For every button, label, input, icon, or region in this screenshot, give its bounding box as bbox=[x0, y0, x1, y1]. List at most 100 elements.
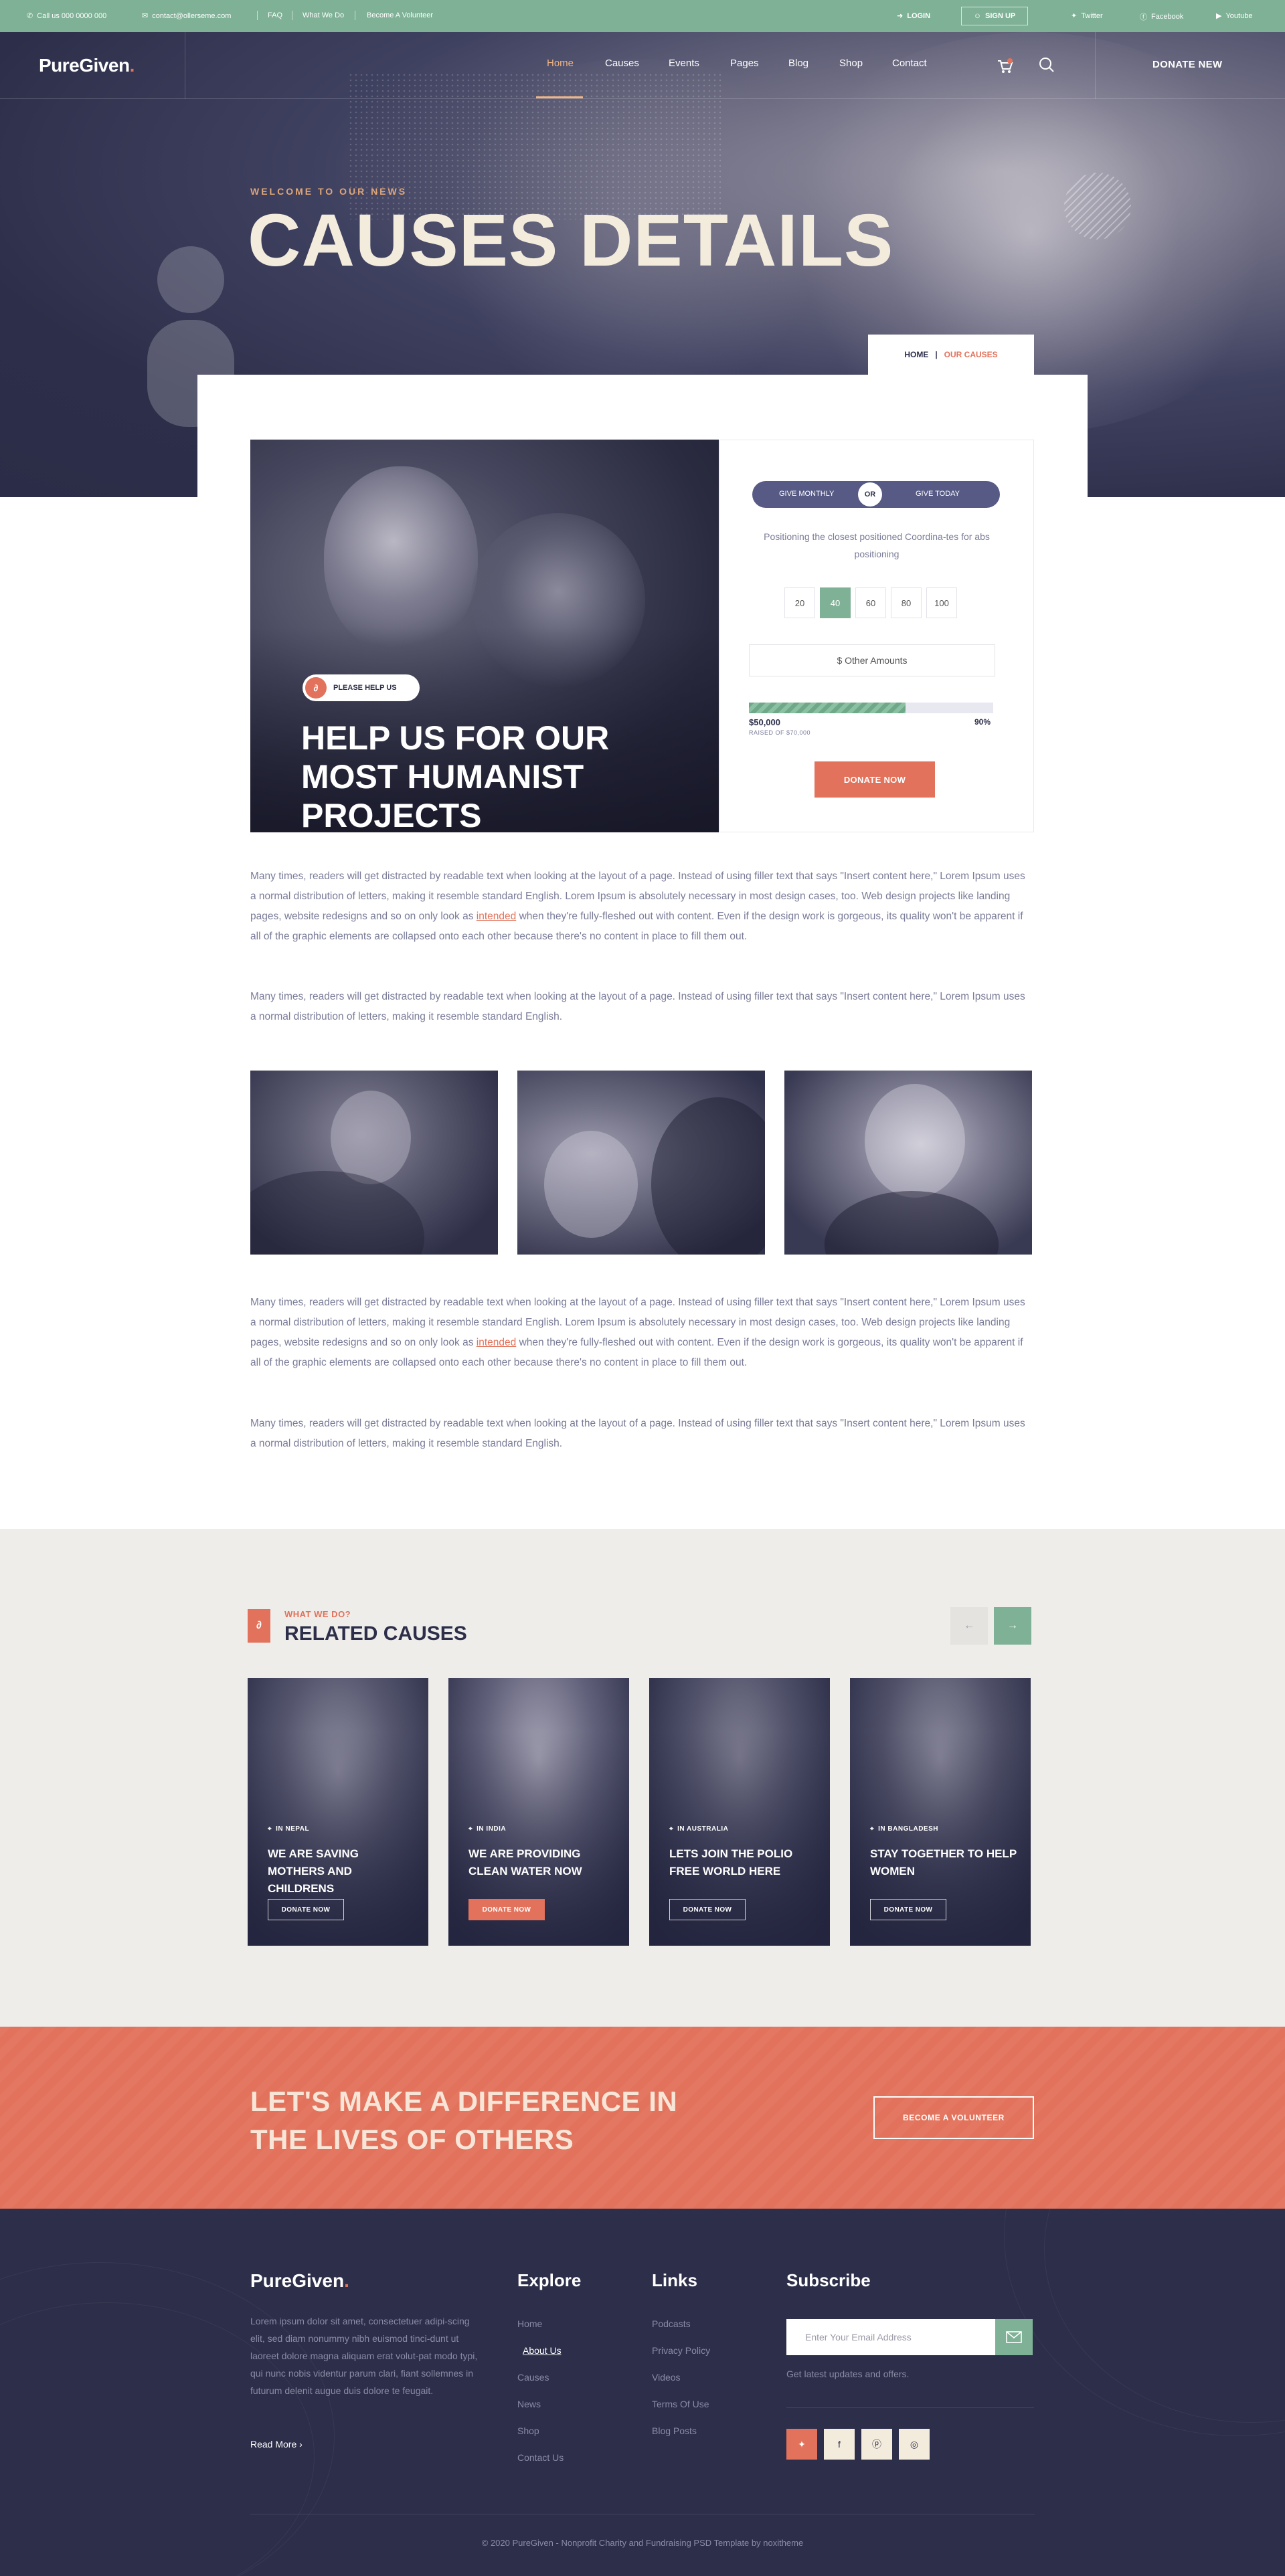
progress-percent: 90% bbox=[974, 717, 991, 727]
search-icon[interactable] bbox=[1038, 56, 1055, 74]
nav-shop[interactable]: Shop bbox=[839, 58, 863, 69]
cart-icon[interactable] bbox=[995, 56, 1014, 75]
mail-icon: ✉ bbox=[142, 12, 149, 20]
signup-label: SIGN UP bbox=[985, 12, 1016, 20]
cause-card[interactable]: ⌖ IN NEPAL WE ARE SAVING MOTHERS AND CHIL… bbox=[248, 1678, 428, 1946]
card-title: WE ARE PROVIDING CLEAN WATER NOW bbox=[468, 1847, 582, 1877]
read-more-link[interactable]: Read More › bbox=[250, 2439, 303, 2450]
links-heading: Links bbox=[652, 2270, 697, 2290]
twitter-label: Twitter bbox=[1081, 11, 1103, 20]
subscribe-note: Get latest updates and offers. bbox=[786, 2369, 910, 2379]
cause-card[interactable]: ⌖ IN BANGLADESH STAY TOGETHER TO HELP WOM… bbox=[850, 1678, 1031, 1946]
gallery-image[interactable] bbox=[250, 1071, 498, 1255]
location-pin-icon: ⌖ bbox=[468, 1825, 473, 1833]
email-info[interactable]: ✉ contact@ollerseme.com bbox=[142, 11, 231, 21]
breadcrumb-home[interactable]: HOME bbox=[904, 350, 928, 359]
facebook-label: Facebook bbox=[1151, 13, 1184, 21]
next-arrow-button[interactable]: → bbox=[994, 1607, 1031, 1645]
inline-link[interactable]: intended bbox=[477, 1337, 516, 1348]
facebook-button[interactable]: f bbox=[824, 2429, 855, 2460]
gallery-image[interactable] bbox=[784, 1071, 1032, 1255]
footer-logo[interactable]: PureGiven. bbox=[250, 2270, 349, 2292]
youtube-link[interactable]: ▶ Youtube bbox=[1216, 11, 1252, 21]
phone-info[interactable]: ✆ Call us 000 0000 000 bbox=[27, 11, 106, 21]
card-title: WE ARE SAVING MOTHERS AND CHILDRENS bbox=[268, 1847, 359, 1895]
volunteer-link[interactable]: Become A Volunteer bbox=[367, 11, 433, 19]
card-location: ⌖ IN BANGLADESH bbox=[870, 1825, 938, 1833]
instagram-button[interactable]: ◎ bbox=[899, 2429, 930, 2460]
nav-causes[interactable]: Causes bbox=[605, 58, 639, 69]
twitter-button[interactable]: ✦ bbox=[786, 2429, 817, 2460]
phone-icon: ✆ bbox=[27, 12, 33, 20]
raised-amount: $50,000 bbox=[749, 717, 780, 727]
email-field[interactable]: Enter Your Email Address bbox=[786, 2319, 995, 2355]
twitter-link[interactable]: ✦ Twitter bbox=[1071, 11, 1103, 21]
section-subtitle: WHAT WE DO? bbox=[284, 1609, 351, 1619]
nav-home[interactable]: Home bbox=[547, 58, 574, 69]
user-icon: ☺ bbox=[973, 12, 981, 20]
amount-option[interactable]: 80 bbox=[891, 587, 922, 618]
amount-option[interactable]: 100 bbox=[926, 587, 957, 618]
what-we-do-link[interactable]: What We Do bbox=[303, 11, 344, 19]
signup-button[interactable]: ☺ SIGN UP bbox=[961, 7, 1028, 25]
hero-subtitle: WELCOME TO OUR NEWS bbox=[250, 186, 408, 197]
become-volunteer-button[interactable]: BECOME A VOLUNTEER bbox=[873, 2096, 1034, 2139]
goal-amount: RAISED OF $70,000 bbox=[749, 729, 811, 736]
cause-card[interactable]: ⌖ IN INDIA WE ARE PROVIDING CLEAN WATER N… bbox=[448, 1678, 629, 1946]
footer-link[interactable]: Videos bbox=[652, 2372, 681, 2383]
site-footer bbox=[0, 2209, 1285, 2576]
pinterest-button[interactable]: ⓟ bbox=[861, 2429, 892, 2460]
prev-arrow-button[interactable]: ← bbox=[950, 1607, 988, 1645]
footer-link[interactable]: Terms Of Use bbox=[652, 2399, 709, 2409]
footer-link[interactable]: Shop bbox=[517, 2425, 539, 2436]
amount-option-selected[interactable]: 40 bbox=[820, 587, 851, 618]
nav-pages[interactable]: Pages bbox=[730, 58, 759, 69]
footer-link[interactable]: Contact Us bbox=[517, 2452, 564, 2463]
instagram-icon: ◎ bbox=[910, 2438, 919, 2450]
location-pin-icon: ⌖ bbox=[268, 1825, 272, 1833]
gallery-image[interactable] bbox=[517, 1071, 765, 1255]
cause-card[interactable]: ⌖ IN AUSTRALIA LETS JOIN THE POLIO FREE W… bbox=[649, 1678, 830, 1946]
card-donate-button[interactable]: DONATE NOW bbox=[468, 1899, 545, 1920]
amount-options: 20 40 60 80 100 bbox=[784, 587, 957, 618]
footer-link[interactable]: News bbox=[517, 2399, 541, 2409]
nav-blog[interactable]: Blog bbox=[788, 58, 808, 69]
location-label: IN BANGLADESH bbox=[878, 1825, 938, 1833]
footer-link[interactable]: Privacy Policy bbox=[652, 2345, 710, 2356]
or-divider: OR bbox=[858, 482, 882, 507]
card-donate-button[interactable]: DONATE NOW bbox=[268, 1899, 344, 1920]
help-badge-label: PLEASE HELP US bbox=[333, 684, 397, 692]
subscribe-button[interactable] bbox=[995, 2319, 1033, 2355]
nav-events[interactable]: Events bbox=[669, 58, 699, 69]
login-link[interactable]: ➜ LOGIN bbox=[897, 11, 930, 21]
logo-dot: . bbox=[129, 55, 135, 76]
amount-option[interactable]: 20 bbox=[784, 587, 815, 618]
breadcrumb: HOME | OUR CAUSES bbox=[868, 335, 1034, 375]
logo-dot: . bbox=[344, 2270, 349, 2291]
logo[interactable]: PureGiven. bbox=[39, 55, 135, 76]
give-monthly-option[interactable]: GIVE MONTHLY bbox=[779, 490, 834, 498]
give-today-option[interactable]: GIVE TODAY bbox=[916, 490, 960, 498]
footer-link-active[interactable]: About Us bbox=[523, 2345, 562, 2356]
donate-now-button[interactable]: DONATE NOW bbox=[815, 761, 935, 798]
footer-link[interactable]: Home bbox=[517, 2318, 542, 2329]
envelope-icon bbox=[1006, 2331, 1022, 2343]
faq-link[interactable]: FAQ bbox=[268, 11, 282, 19]
donate-new-button[interactable]: DONATE NEW bbox=[1152, 59, 1222, 70]
footer-link[interactable]: Podcasts bbox=[652, 2318, 691, 2329]
card-title: LETS JOIN THE POLIO FREE WORLD HERE bbox=[669, 1847, 793, 1877]
subscribe-heading: Subscribe bbox=[786, 2270, 871, 2290]
donation-frequency-toggle[interactable]: GIVE MONTHLY OR GIVE TODAY bbox=[752, 481, 1000, 508]
read-more-label: Read More bbox=[250, 2439, 297, 2450]
photo-subject bbox=[544, 1131, 638, 1238]
footer-link[interactable]: Blog Posts bbox=[652, 2425, 697, 2436]
card-donate-button[interactable]: DONATE NOW bbox=[669, 1899, 746, 1920]
location-pin-icon: ⌖ bbox=[870, 1825, 875, 1833]
nav-contact[interactable]: Contact bbox=[892, 58, 927, 69]
facebook-link[interactable]: ⓕ Facebook bbox=[1140, 11, 1183, 22]
card-donate-button[interactable]: DONATE NOW bbox=[870, 1899, 946, 1920]
other-amount-input[interactable]: $ Other Amounts bbox=[749, 644, 995, 676]
inline-link[interactable]: intended bbox=[477, 911, 516, 922]
footer-link[interactable]: Causes bbox=[517, 2372, 549, 2383]
amount-option[interactable]: 60 bbox=[855, 587, 886, 618]
